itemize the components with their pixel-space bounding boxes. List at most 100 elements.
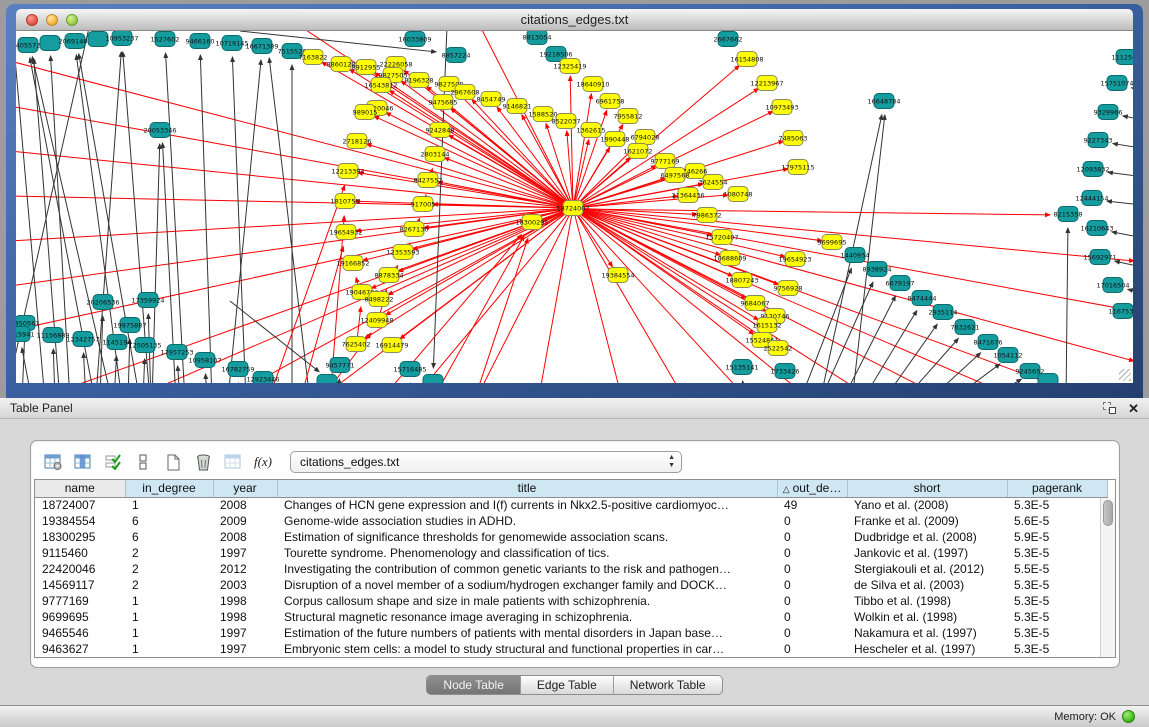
table-cell[interactable]: 1997 [213,545,277,561]
graph-node[interactable]: 15135141 [725,360,758,375]
table-cell[interactable]: de Silva et al. (2003) [847,577,1007,593]
table-cell[interactable]: Tourette syndrome. Phenomenology and cla… [277,545,777,561]
graph-node[interactable]: 8215358 [1054,207,1083,222]
graph-node[interactable]: 15692971 [1083,250,1116,265]
table-cell[interactable]: 2009 [213,513,277,529]
graph-node[interactable]: 10719145 [215,36,248,51]
graph-node[interactable]: 7485063 [779,131,808,146]
memory-status-indicator[interactable] [1122,710,1135,723]
rows-icon[interactable] [130,450,156,474]
table-cell[interactable]: 18300295 [35,529,125,545]
table-row[interactable]: 977716911998Corpus callosum shape and si… [35,593,1107,609]
table-cell[interactable]: 1 [125,625,213,641]
graph-node[interactable]: 989015 [353,105,378,120]
table-cell[interactable]: 1998 [213,593,277,609]
zoom-button[interactable] [66,14,78,26]
delete-icon[interactable] [190,450,216,474]
table-cell[interactable]: 5.9E-5 [1007,529,1107,545]
column-header-short[interactable]: short [847,480,1007,497]
table-scrollbar[interactable] [1100,498,1115,657]
column-header-out_de[interactable]: △out_de… [777,480,847,497]
graph-node[interactable]: 2935114 [929,305,958,320]
graph-node[interactable]: 12409948 [360,313,393,328]
table-cell[interactable]: 0 [777,529,847,545]
table-cell[interactable]: 1997 [213,641,277,657]
graph-node[interactable]: 1621072 [624,144,653,159]
table-cell[interactable]: 2 [125,577,213,593]
graph-node[interactable]: 12444154 [1075,191,1108,206]
graph-node[interactable]: 16154808 [730,52,763,67]
graph-node[interactable]: 9146821 [503,99,532,114]
table-cell[interactable]: 2008 [213,529,277,545]
graph-node[interactable]: 1527602 [151,32,180,47]
table-cell[interactable]: 0 [777,625,847,641]
graph-node[interactable]: 1810755 [331,194,360,209]
graph-node[interactable]: 1080748 [724,187,753,202]
table-cell[interactable]: Estimation of the future numbers of pati… [277,625,777,641]
table-cell[interactable]: 2 [125,561,213,577]
graph-node[interactable]: 12213967 [750,76,783,91]
table-row[interactable]: 1938455462009Genome-wide association stu… [35,513,1107,529]
table-cell[interactable]: 2008 [213,497,277,513]
table-cell[interactable]: 1997 [213,625,277,641]
column-header-pagerank[interactable]: pagerank [1007,480,1107,497]
graph-node[interactable]: 9474444 [908,291,937,306]
graph-node[interactable]: 16210643 [1080,221,1113,236]
import-table-icon[interactable] [220,450,246,474]
graph-node[interactable]: 6679197 [886,276,915,291]
table-cell[interactable]: 1 [125,641,213,657]
table-cell[interactable]: Yano et al. (2008) [847,497,1007,513]
table-cell[interactable]: 5.6E-5 [1007,513,1107,529]
table-cell[interactable]: 0 [777,561,847,577]
graph-node[interactable]: 19975887 [113,318,146,333]
table-row[interactable]: 2242004622012Investigating the contribut… [35,561,1107,577]
new-document-icon[interactable] [160,450,186,474]
node-table[interactable]: namein_degreeyeartitle△out_de…shortpager… [35,480,1108,657]
table-cell[interactable]: Stergiakouli et al. (2012) [847,561,1007,577]
graph-node[interactable]: 16914479 [375,338,408,353]
graph-node[interactable]: 8454749 [477,92,506,107]
graph-node[interactable]: 1167534 [1109,304,1133,319]
table-cell[interactable]: 5.5E-5 [1007,561,1107,577]
graph-node[interactable]: 16782759 [221,362,254,377]
graph-node[interactable]: 6961758 [596,94,625,109]
graph-node[interactable]: 16648784 [867,94,900,109]
graph-node[interactable]: 9457771 [326,358,355,373]
table-cell[interactable]: 19384554 [35,513,125,529]
table-cell[interactable]: 1 [125,497,213,513]
graph-node[interactable]: 1440954 [841,248,870,263]
table-cell[interactable]: 5.3E-5 [1007,641,1107,657]
table-cell[interactable]: Changes of HCN gene expression and I(f) … [277,497,777,513]
graph-node[interactable]: 8912955 [352,60,381,75]
graph-node[interactable]: 7955812 [614,109,643,124]
table-cell[interactable]: Genome-wide association studies in ADHD. [277,513,777,529]
graph-node[interactable]: 19654932 [329,225,362,240]
table-cell[interactable]: 6 [125,513,213,529]
tab-node-table[interactable]: Node Table [427,676,521,694]
table-cell[interactable]: 0 [777,545,847,561]
graph-node[interactable]: 21364436 [671,188,704,203]
column-header-year[interactable]: year [213,480,277,497]
graph-node[interactable]: 8471676 [974,335,1003,350]
table-settings-icon[interactable] [40,450,66,474]
graph-node[interactable]: 20206536 [86,295,119,310]
graph-node[interactable]: 15751074 [1100,76,1133,91]
table-cell[interactable]: 9463627 [35,641,125,657]
graph-node[interactable]: 17975115 [781,160,814,175]
graph-node[interactable]: 17359924 [131,293,164,308]
table-cell[interactable]: Embryonic stem cells: a model to study s… [277,641,777,657]
graph-node[interactable]: 20691406 [58,34,91,49]
graph-node[interactable]: 7632621 [951,320,980,335]
graph-node[interactable] [423,375,443,384]
graph-node[interactable]: 18640910 [576,77,609,92]
graph-node[interactable]: 16033809 [398,32,431,47]
graph-node[interactable]: 17016504 [1096,278,1129,293]
table-cell[interactable]: 0 [777,609,847,625]
graph-node[interactable]: 10953237 [105,31,138,46]
table-cell[interactable]: 14569117 [35,577,125,593]
table-cell[interactable]: 2 [125,545,213,561]
graph-node[interactable]: 12353593 [386,245,419,260]
table-cell[interactable]: 5.3E-5 [1007,545,1107,561]
table-cell[interactable]: Jankovic et al. (1997) [847,545,1007,561]
graph-node[interactable]: 10688609 [713,251,746,266]
